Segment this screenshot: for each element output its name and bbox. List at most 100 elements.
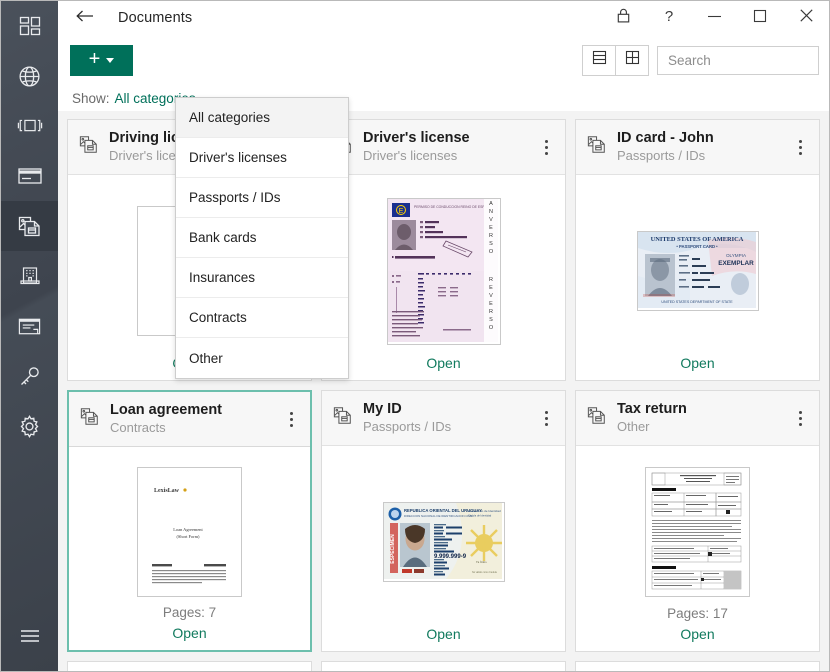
key-icon <box>17 364 42 389</box>
document-card[interactable]: Tax return Other Pages: 17 Open <box>575 390 820 652</box>
search-input[interactable] <box>666 51 810 69</box>
svg-text:No válido como Cédula: No válido como Cédula <box>472 571 497 574</box>
main-area: Documents ? + Search Show: All categorie… <box>58 1 829 671</box>
svg-text:R: R <box>489 233 493 239</box>
svg-text:(Short Form): (Short Form) <box>176 534 200 539</box>
dropdown-item-contracts[interactable]: Contracts <box>176 298 348 338</box>
dashboard-icon <box>18 14 42 38</box>
globe-icon <box>17 64 42 89</box>
card-menu-button[interactable] <box>789 407 811 430</box>
svg-text:LexisLaw: LexisLaw <box>154 488 180 494</box>
svg-text:EXEMPLAR: EXEMPLAR <box>718 260 754 267</box>
dropdown-item-all-categories[interactable]: All categories <box>176 98 348 138</box>
close-icon <box>799 8 814 28</box>
dropdown-item-passports-ids[interactable]: Passports / IDs <box>176 178 348 218</box>
svg-text:E: E <box>489 285 493 291</box>
card-footer: Pages: 17 Open <box>576 606 819 651</box>
kebab-dot <box>798 422 802 426</box>
sidebar-item-web-passwords[interactable] <box>1 51 58 101</box>
document-card-selected[interactable]: Loan agreement Contracts LexisLaw Loan A… <box>67 390 312 652</box>
sidebar-item-dashboard[interactable] <box>1 1 58 51</box>
grid-view-icon <box>625 50 640 70</box>
sidebar-menu-toggle[interactable] <box>1 611 58 661</box>
kebab-dot <box>544 139 548 143</box>
dropdown-item-other[interactable]: Other <box>176 338 348 378</box>
svg-text:E: E <box>398 208 403 215</box>
card-body: E PERMISO DE CONDUCCION REINO DE ESPAÑA <box>322 175 565 355</box>
dropdown-item-bank-cards[interactable]: Bank cards <box>176 218 348 258</box>
open-link[interactable]: Open <box>576 355 819 371</box>
svg-text:V: V <box>489 217 493 223</box>
card-menu-button[interactable] <box>789 136 811 159</box>
document-card[interactable]: My ID Passports / IDs REPUBLICA ORIENTAL… <box>321 390 566 652</box>
card-header: My ID Passports / IDs <box>322 391 565 446</box>
document-card[interactable] <box>67 661 312 671</box>
open-link[interactable]: Open <box>576 626 819 642</box>
card-thumbnail-wrap[interactable] <box>576 458 819 606</box>
kebab-dot <box>798 416 802 420</box>
maximize-button[interactable] <box>737 2 783 35</box>
dropdown-item-drivers-licenses[interactable]: Driver's licenses <box>176 138 348 178</box>
document-icon <box>79 134 99 160</box>
credit-card-icon <box>17 166 43 186</box>
dropdown-item-insurances[interactable]: Insurances <box>176 258 348 298</box>
dropdown-item-label: Bank cards <box>189 230 257 245</box>
caret-down-icon[interactable] <box>106 57 115 63</box>
sidebar-item-secure-notes[interactable] <box>1 101 58 151</box>
software-license-icon <box>17 316 42 337</box>
back-button[interactable] <box>70 5 100 31</box>
card-thumbnail-wrap[interactable]: E PERMISO DE CONDUCCION REINO DE ESPAÑA <box>322 187 565 355</box>
document-card[interactable] <box>575 661 820 671</box>
filter-label: Show: <box>72 90 110 106</box>
lock-icon <box>616 7 631 29</box>
svg-text:• PASSPORT CARD •: • PASSPORT CARD • <box>676 244 718 249</box>
svg-text:R: R <box>489 309 493 315</box>
open-link[interactable]: Open <box>322 626 565 642</box>
add-document-button[interactable]: + <box>70 44 133 76</box>
documents-canvas: Driving license Driver's licenses Driver… <box>58 111 829 671</box>
minimize-button[interactable] <box>691 2 737 35</box>
document-card[interactable]: Driver's license Driver's licenses E PER… <box>321 119 566 381</box>
svg-text:DIRECCION NACIONAL DE IDENTIFI: DIRECCION NACIONAL DE IDENTIFICACION CIV… <box>404 514 473 518</box>
gear-icon <box>17 414 42 439</box>
document-icon <box>80 406 100 432</box>
svg-text:9.999.999-9: 9.999.999-9 <box>434 554 467 560</box>
help-button[interactable]: ? <box>646 2 691 35</box>
list-view-button[interactable] <box>583 46 615 75</box>
card-menu-button[interactable] <box>535 136 557 159</box>
card-body: UNITED STATES OF AMERICA • PASSPORT CARD… <box>576 175 819 355</box>
open-link[interactable]: Open <box>322 355 565 371</box>
lock-button[interactable] <box>601 2 646 35</box>
card-category: Passports / IDs <box>363 419 452 435</box>
card-footer: Open <box>322 355 565 380</box>
sidebar-item-bank-cards[interactable] <box>1 151 58 201</box>
maximize-icon <box>753 9 767 28</box>
sidebar-item-licenses[interactable] <box>1 301 58 351</box>
svg-text:N: N <box>489 209 493 215</box>
close-button[interactable] <box>783 2 829 35</box>
sidebar-item-settings[interactable] <box>1 401 58 451</box>
card-title: Loan agreement <box>110 401 222 418</box>
kebab-dot <box>798 151 802 155</box>
page-count: Pages: 17 <box>667 606 728 621</box>
sidebar-item-company[interactable] <box>1 251 58 301</box>
note-brackets-icon <box>17 115 43 137</box>
kebab-dot <box>798 410 802 414</box>
building-icon <box>18 264 42 288</box>
search-box[interactable] <box>657 45 819 75</box>
document-card[interactable] <box>321 661 566 671</box>
view-toggle-group <box>582 44 649 76</box>
open-link[interactable]: Open <box>69 625 310 641</box>
card-thumbnail-wrap[interactable]: LexisLaw Loan Agreement (Short Form) <box>69 459 310 605</box>
grid-view-button[interactable] <box>615 45 648 75</box>
card-menu-button[interactable] <box>280 408 302 431</box>
document-card[interactable]: ID card - John Passports / IDs UNITED ST… <box>575 119 820 381</box>
kebab-dot <box>798 145 802 149</box>
sidebar-item-documents[interactable] <box>1 201 58 251</box>
card-header: ID card - John Passports / IDs <box>576 120 819 175</box>
svg-text:O: O <box>488 249 493 255</box>
card-menu-button[interactable] <box>535 407 557 430</box>
sidebar-item-passwords[interactable] <box>1 351 58 401</box>
card-thumbnail-wrap[interactable]: REPUBLICA ORIENTAL DEL URUGUAY DIRECCION… <box>322 458 565 626</box>
card-thumbnail-wrap[interactable]: UNITED STATES OF AMERICA • PASSPORT CARD… <box>576 187 819 355</box>
